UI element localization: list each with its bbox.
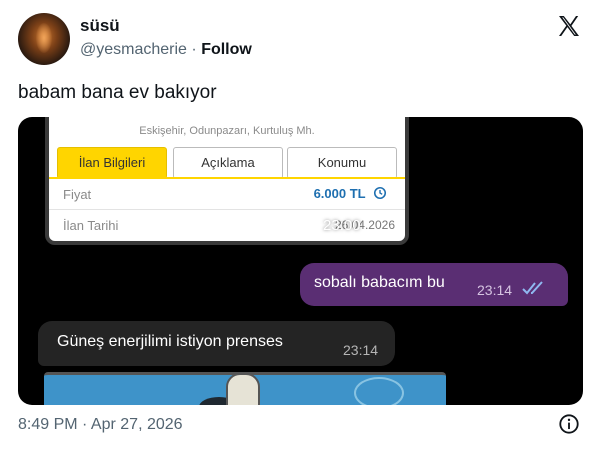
listing-address: Eskişehir, Odunpazarı, Kurtuluş Mh. — [139, 125, 315, 137]
sticker-image — [44, 372, 446, 405]
price-label: Fiyat — [63, 187, 92, 202]
tweet-card: süsü @yesmacherie · Follow babam bana ev… — [0, 0, 600, 455]
price-value-wrap: 6.000 TL — [314, 186, 387, 201]
history-icon — [373, 186, 387, 200]
incoming-message-bubble: Güneş enerjilimi istiyon prenses 23:14 — [38, 321, 395, 366]
listing-tabs: İlan Bilgileri Açıklama Konumu — [57, 147, 399, 179]
double-check-icon — [522, 281, 543, 295]
follow-button[interactable]: Follow — [201, 41, 252, 58]
separator: · — [191, 41, 197, 58]
x-logo-icon[interactable] — [557, 14, 581, 38]
author-handle-row: @yesmacherie · Follow — [80, 41, 252, 59]
price-value: 6.000 TL — [313, 186, 366, 201]
listing-message-time: 23:00 — [323, 217, 361, 234]
tab-konumu: Konumu — [287, 147, 397, 179]
outgoing-message-text: sobalı babacım bu — [314, 274, 445, 291]
author-name[interactable]: süsü — [80, 16, 120, 36]
tweet-media[interactable]: Eskişehir, Odunpazarı, Kurtuluş Mh. İlan… — [18, 117, 583, 405]
author-handle[interactable]: @yesmacherie — [80, 41, 187, 58]
outgoing-message-time: 23:14 — [477, 282, 513, 298]
price-row: Fiyat 6.000 TL — [49, 179, 405, 209]
tab-aciklama: Açıklama — [173, 147, 283, 179]
incoming-message-text: Güneş enerjilimi istiyon prenses — [57, 333, 283, 350]
tweet-timestamp[interactable]: 8:49 PM · Apr 27, 2026 — [18, 416, 183, 434]
tab-ilan-bilgileri: İlan Bilgileri — [57, 147, 167, 179]
outgoing-message-bubble: sobalı babacım bu 23:14 — [300, 263, 568, 306]
avatar[interactable] — [18, 13, 70, 65]
tweet-text: babam bana ev bakıyor — [18, 82, 217, 103]
info-icon[interactable] — [558, 413, 580, 435]
date-label: İlan Tarihi — [63, 218, 119, 233]
incoming-message-time: 23:14 — [343, 342, 379, 358]
